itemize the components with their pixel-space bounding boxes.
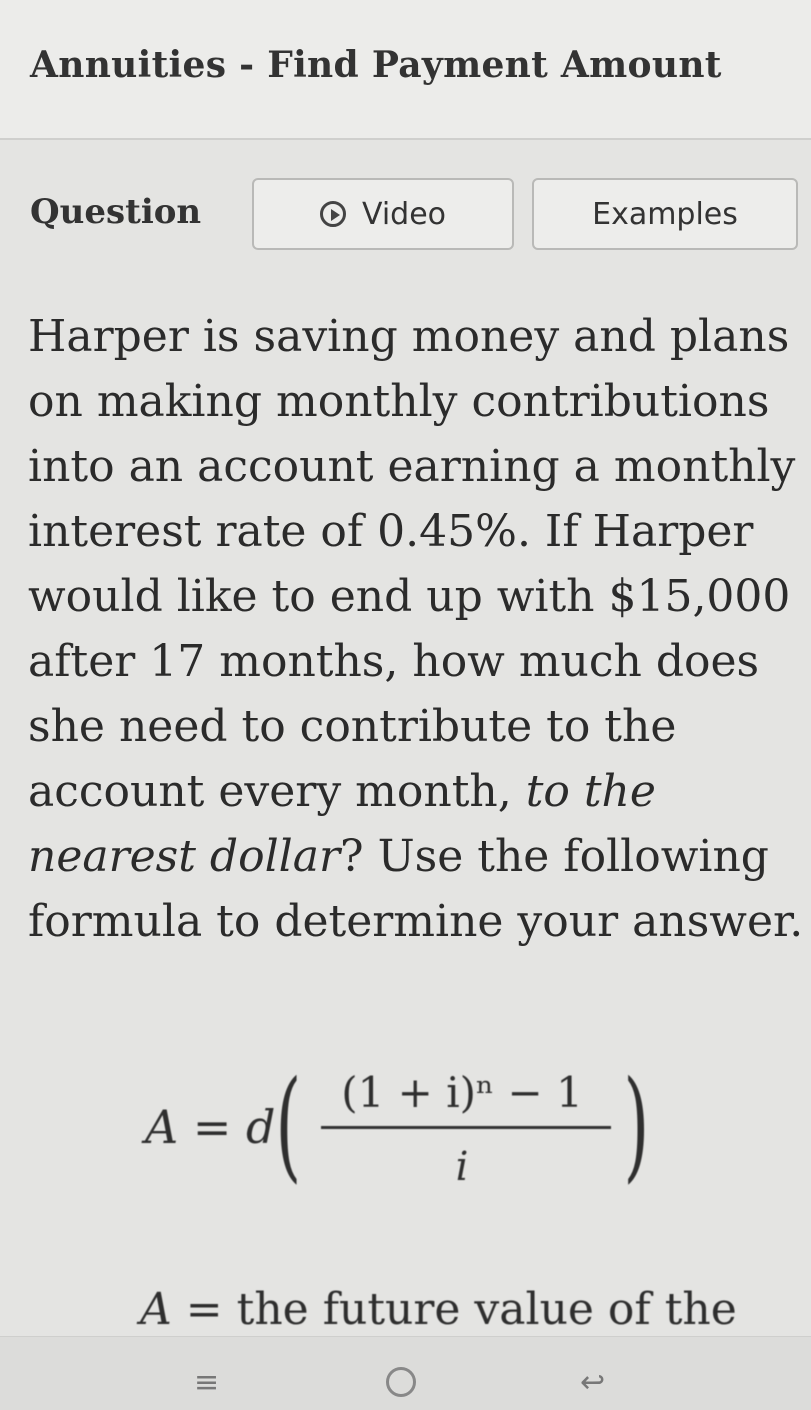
system-nav-bar: ≡ ↩ bbox=[0, 1336, 811, 1410]
back-icon[interactable]: ↩ bbox=[580, 1365, 605, 1400]
formula-lhs: A = d bbox=[145, 1100, 276, 1154]
question-text-main: Harper is saving money and plans on maki… bbox=[28, 311, 796, 817]
tabs-row: Question Video Examples bbox=[0, 170, 811, 260]
definition-equals: = bbox=[185, 1284, 223, 1335]
home-icon[interactable] bbox=[386, 1367, 416, 1397]
definition-line: A = the future value of the bbox=[140, 1284, 737, 1335]
video-label: Video bbox=[361, 196, 447, 232]
formula-denominator: i bbox=[455, 1144, 469, 1190]
formula-numerator: (1 + i)ⁿ − 1 bbox=[341, 1068, 583, 1117]
question-text: Harper is saving money and plans on maki… bbox=[28, 304, 811, 954]
play-icon bbox=[319, 201, 346, 227]
question-label: Question bbox=[30, 192, 202, 232]
formula-fraction-bar bbox=[321, 1126, 611, 1129]
formula: A = d ( (1 + i)ⁿ − 1 i ) bbox=[145, 1060, 685, 1200]
examples-label: Examples bbox=[592, 196, 738, 232]
definition-variable: A bbox=[140, 1284, 172, 1335]
definition-text: the future value of the bbox=[236, 1284, 737, 1335]
menu-icon[interactable]: ≡ bbox=[194, 1365, 219, 1400]
formula-right-paren: ) bbox=[623, 1056, 650, 1195]
header: Annuities - Find Payment Amount bbox=[0, 0, 811, 140]
page-title: Annuities - Find Payment Amount bbox=[30, 44, 722, 86]
video-button[interactable]: Video bbox=[252, 178, 514, 250]
examples-button[interactable]: Examples bbox=[532, 178, 798, 250]
formula-left-paren: ( bbox=[275, 1056, 302, 1195]
